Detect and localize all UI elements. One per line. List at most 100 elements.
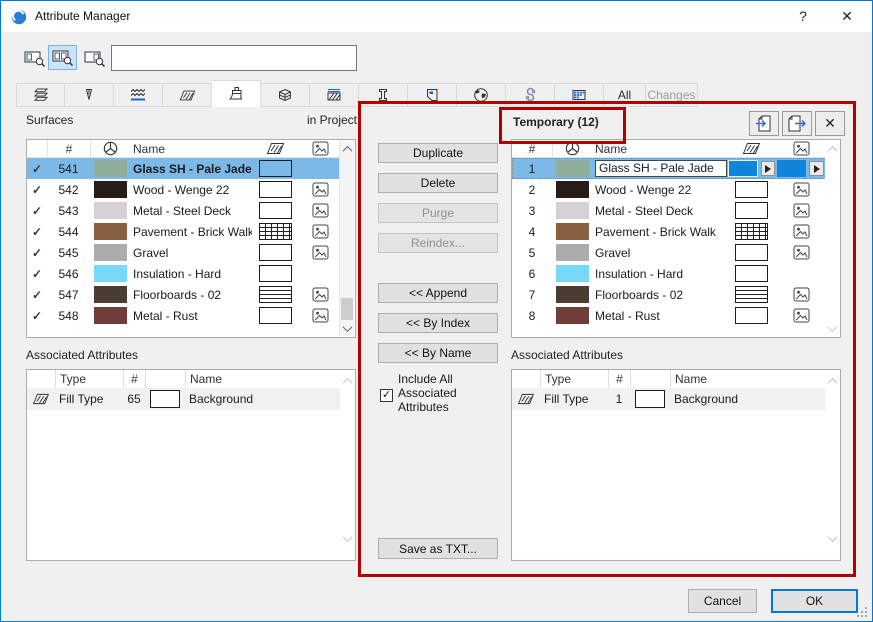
close-button[interactable]: ✕ xyxy=(830,1,864,31)
color-swatch[interactable] xyxy=(555,244,589,261)
scroll-up-icon[interactable] xyxy=(825,142,839,156)
cancel-button[interactable]: Cancel xyxy=(688,589,757,613)
search-input[interactable] xyxy=(111,45,357,71)
color-swatch[interactable] xyxy=(555,286,589,303)
color-swatch[interactable] xyxy=(555,181,589,198)
fill-preview[interactable] xyxy=(259,244,292,261)
fill-preview[interactable] xyxy=(259,160,292,177)
tab-changes[interactable]: Changes xyxy=(646,83,698,107)
fill-preview[interactable] xyxy=(735,244,768,261)
show-both-panels-button[interactable] xyxy=(48,45,77,70)
scroll-up-icon[interactable] xyxy=(825,374,839,388)
clear-temporary-button[interactable]: ✕ xyxy=(815,111,845,136)
fill-preview[interactable] xyxy=(735,202,768,219)
fill-preview[interactable] xyxy=(728,160,759,177)
by-index-button[interactable]: << By Index xyxy=(378,313,498,333)
left-table-scrollbar[interactable] xyxy=(339,141,354,336)
fill-preview[interactable] xyxy=(259,223,292,240)
row-checkmark[interactable]: ✓ xyxy=(27,242,47,263)
row-checkmark[interactable]: ✓ xyxy=(27,179,47,200)
surface-row[interactable]: 8 Metal - Rust xyxy=(512,305,826,326)
fill-preview[interactable] xyxy=(735,223,768,240)
texture-preview[interactable] xyxy=(777,160,806,177)
right-assoc-scrollbar[interactable] xyxy=(825,371,839,559)
scroll-up-icon[interactable] xyxy=(340,142,354,156)
surface-row[interactable]: 3 Metal - Steel Deck xyxy=(512,200,826,221)
tab-all[interactable]: All xyxy=(604,83,646,107)
tab-operation-profiles[interactable] xyxy=(555,83,604,107)
open-attribute-file-button[interactable] xyxy=(749,111,779,136)
tab-mep-systems[interactable] xyxy=(506,83,555,107)
color-swatch[interactable] xyxy=(555,160,589,177)
surface-row[interactable]: ✓ 541 Glass SH - Pale Jade xyxy=(27,158,341,179)
fill-preview[interactable] xyxy=(735,181,768,198)
surface-row[interactable]: ✓ 546 Insulation - Hard xyxy=(27,263,341,284)
color-swatch[interactable] xyxy=(93,265,127,282)
right-table-scrollbar[interactable] xyxy=(825,141,839,336)
row-checkmark[interactable]: ✓ xyxy=(27,200,47,221)
row-checkmark[interactable]: ✓ xyxy=(27,158,47,179)
color-swatch[interactable] xyxy=(555,223,589,240)
tab-line-types[interactable] xyxy=(114,83,163,107)
fill-preview[interactable] xyxy=(735,286,768,303)
surface-row[interactable]: ✓ 545 Gravel xyxy=(27,242,341,263)
row-checkmark[interactable]: ✓ xyxy=(27,263,47,284)
surface-row[interactable]: ✓ 543 Metal - Steel Deck xyxy=(27,200,341,221)
include-all-checkbox[interactable]: ✓ xyxy=(380,389,393,402)
reindex-button[interactable]: Reindex... xyxy=(378,233,498,253)
surface-row[interactable]: ✓ 547 Floorboards - 02 xyxy=(27,284,341,305)
tab-pens[interactable] xyxy=(65,83,114,107)
scroll-down-icon[interactable] xyxy=(825,531,839,545)
row-checkmark[interactable]: ✓ xyxy=(27,284,47,305)
assoc-row[interactable]: Fill Type 1 Background xyxy=(512,388,826,410)
tab-building-materials[interactable] xyxy=(310,83,359,107)
fill-preview[interactable] xyxy=(735,265,768,282)
help-button[interactable]: ? xyxy=(786,1,820,31)
fill-preview[interactable] xyxy=(259,202,292,219)
color-swatch[interactable] xyxy=(93,181,127,198)
scroll-down-icon[interactable] xyxy=(340,321,354,335)
surface-row[interactable]: 7 Floorboards - 02 xyxy=(512,284,826,305)
surface-row[interactable]: ✓ 548 Metal - Rust xyxy=(27,305,341,326)
fill-flyout-button[interactable] xyxy=(761,161,775,176)
show-right-panel-button[interactable] xyxy=(81,47,108,69)
append-button[interactable]: << Append xyxy=(378,283,498,303)
color-swatch[interactable] xyxy=(93,307,127,324)
fill-preview[interactable] xyxy=(259,307,292,324)
tab-fill-types[interactable] xyxy=(163,83,212,107)
assoc-fill-preview[interactable] xyxy=(635,390,665,408)
save-as-txt-button[interactable]: Save as TXT... xyxy=(378,538,498,559)
name-edit-field[interactable]: Glass SH - Pale Jade xyxy=(595,160,727,177)
duplicate-button[interactable]: Duplicate xyxy=(378,143,498,163)
tab-composites[interactable] xyxy=(261,83,310,107)
fill-preview[interactable] xyxy=(735,307,768,324)
scroll-down-icon[interactable] xyxy=(825,321,839,335)
texture-flyout-button[interactable] xyxy=(809,161,824,176)
show-left-panel-button[interactable] xyxy=(21,47,48,69)
scroll-up-icon[interactable] xyxy=(340,374,354,388)
scroll-thumb[interactable] xyxy=(341,298,353,320)
ok-button[interactable]: OK xyxy=(771,589,858,613)
color-swatch[interactable] xyxy=(93,202,127,219)
color-swatch[interactable] xyxy=(555,265,589,282)
save-attribute-file-button[interactable] xyxy=(782,111,812,136)
title-bar[interactable]: Attribute Manager ? ✕ xyxy=(1,1,872,32)
fill-preview[interactable] xyxy=(259,181,292,198)
purge-button[interactable]: Purge xyxy=(378,203,498,223)
tab-layers[interactable] xyxy=(16,83,65,107)
left-assoc-scrollbar[interactable] xyxy=(340,371,354,559)
assoc-row[interactable]: Fill Type 65 Background xyxy=(27,388,341,410)
fill-preview[interactable] xyxy=(259,265,292,282)
surface-row[interactable]: ✓ 542 Wood - Wenge 22 xyxy=(27,179,341,200)
surface-row[interactable]: 5 Gravel xyxy=(512,242,826,263)
color-swatch[interactable] xyxy=(555,202,589,219)
tab-cities[interactable] xyxy=(457,83,506,107)
row-checkmark[interactable]: ✓ xyxy=(27,221,47,242)
color-swatch[interactable] xyxy=(93,244,127,261)
row-checkmark[interactable]: ✓ xyxy=(27,305,47,326)
surface-row[interactable]: 2 Wood - Wenge 22 xyxy=(512,179,826,200)
assoc-fill-preview[interactable] xyxy=(150,390,180,408)
tab-surfaces[interactable] xyxy=(212,80,261,107)
by-name-button[interactable]: << By Name xyxy=(378,343,498,363)
surface-row[interactable]: ✓ 544 Pavement - Brick Walk xyxy=(27,221,341,242)
